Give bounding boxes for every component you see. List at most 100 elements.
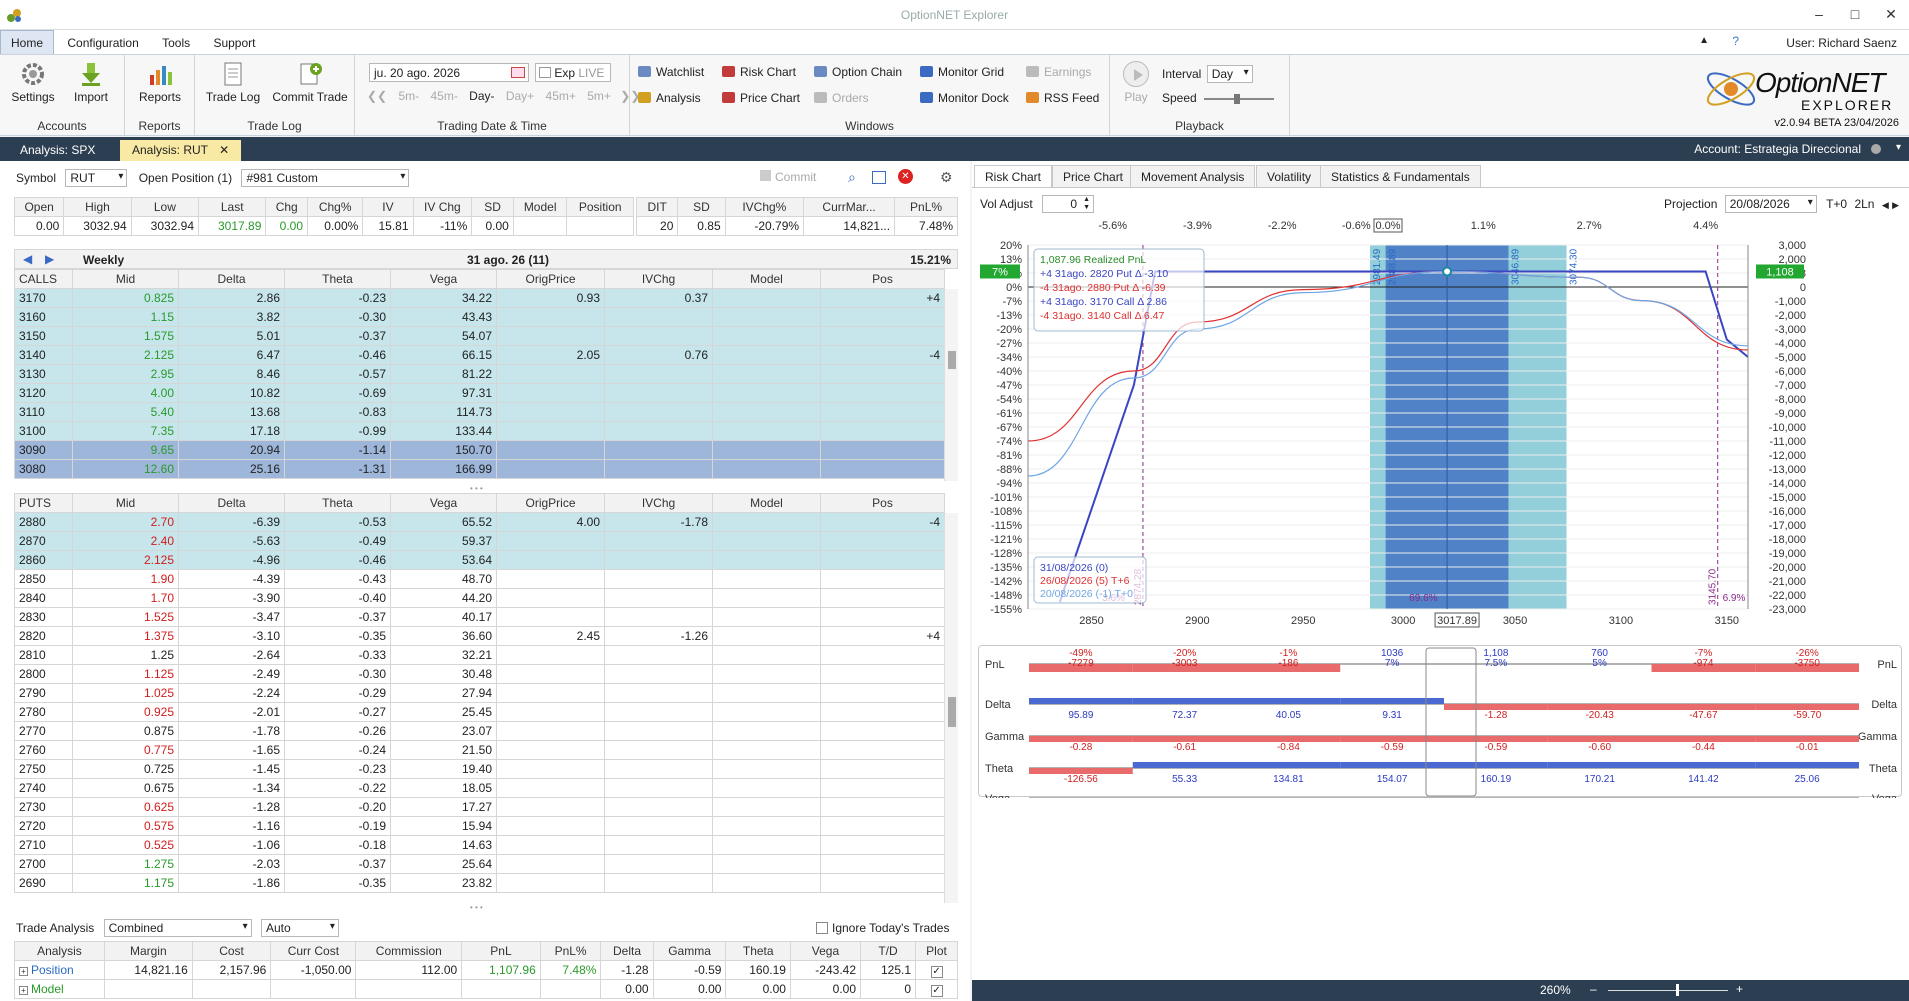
next-date-icon[interactable]: ▶ [1892,200,1899,210]
interval-select[interactable]: Day [1206,65,1253,83]
zoom-in-icon[interactable]: + [1736,982,1743,996]
chain-row[interactable]: 2810 1.25 -2.64 -0.33 32.21 [14,645,945,665]
tab-volatility[interactable]: Volatility [1256,165,1323,187]
chain-cell[interactable]: 2.70 [72,512,179,532]
position-select[interactable]: #981 Custom [241,169,410,187]
chain-cell[interactable] [712,383,821,403]
chain-cell[interactable]: -3.47 [178,607,285,627]
strike-cell[interactable]: 2810 [14,645,73,665]
puts-scrollbar[interactable] [944,513,958,903]
chain-cell[interactable] [496,797,605,817]
chain-cell[interactable]: -0.37 [284,854,391,874]
step-day-fwd[interactable]: Day+ [506,89,534,103]
strike-cell[interactable]: 2830 [14,607,73,627]
chain-cell[interactable]: 14.63 [390,835,497,855]
chain-cell[interactable]: -0.33 [284,645,391,665]
strike-cell[interactable]: 2850 [14,569,73,589]
chain-cell[interactable]: 36.60 [390,626,497,646]
chain-cell[interactable] [712,569,821,589]
chain-cell[interactable]: -1.06 [178,835,285,855]
chain-cell[interactable] [712,778,821,798]
next-expiry-icon[interactable]: ▶ [45,252,54,266]
analysis-mode-select[interactable]: Combined [103,919,252,937]
tab-movement-analysis[interactable]: Movement Analysis [1130,165,1256,187]
strike-cell[interactable]: 2880 [14,512,73,532]
chain-cell[interactable]: -0.23 [284,759,391,779]
chain-cell[interactable] [820,364,945,384]
chain-cell[interactable]: -0.37 [284,326,391,346]
chain-row[interactable]: 2690 1.175 -1.86 -0.35 23.82 [14,873,945,893]
chain-cell[interactable] [496,607,605,627]
commit-trade-button[interactable]: Commit Trade [269,61,351,104]
chain-cell[interactable] [820,778,945,798]
plot-checkbox[interactable]: ✓ [930,984,943,997]
chain-cell[interactable] [496,402,605,422]
chain-cell[interactable]: 0.675 [72,778,179,798]
prev-expiry-icon[interactable]: ◀ [23,252,32,266]
chain-cell[interactable] [604,588,713,608]
chain-cell[interactable]: -0.49 [284,531,391,551]
chain-cell[interactable]: 27.94 [390,683,497,703]
chain-cell[interactable]: -4.96 [178,550,285,570]
chain-cell[interactable]: 18.05 [390,778,497,798]
chain-cell[interactable] [604,664,713,684]
chain-cell[interactable]: 66.15 [390,345,497,365]
chain-row[interactable]: 2780 0.925 -2.01 -0.27 25.45 [14,702,945,722]
chain-cell[interactable]: -1.26 [604,626,713,646]
chain-cell[interactable]: 20.94 [178,440,285,460]
chain-cell[interactable] [496,569,605,589]
spinner-icon[interactable]: ▲ ▼ [1083,196,1090,212]
chain-row[interactable]: 3090 9.65 20.94 -1.14 150.70 [14,440,945,460]
splitter-grip-2[interactable]: • • • [470,903,483,912]
strike-cell[interactable]: 3130 [14,364,73,384]
strike-cell[interactable]: 2730 [14,797,73,817]
speed-thumb[interactable] [1234,93,1241,104]
zoom-thumb[interactable] [1676,984,1679,996]
chain-cell[interactable]: -0.69 [284,383,391,403]
strike-cell[interactable]: 2750 [14,759,73,779]
chain-cell[interactable] [604,835,713,855]
expand-icon[interactable]: + [19,967,28,976]
exp-toggle[interactable]: Exp LIVE [535,63,611,82]
chain-cell[interactable] [604,607,713,627]
chain-cell[interactable] [712,702,821,722]
splitter-grip[interactable]: • • • [470,484,483,493]
tab-price-chart[interactable]: Price Chart [1052,165,1135,187]
chain-cell[interactable] [496,440,605,460]
chain-cell[interactable]: 0.76 [604,345,713,365]
chain-cell[interactable]: 4.00 [72,383,179,403]
prev-date-icon[interactable]: ◀ [1882,200,1889,210]
chain-row[interactable]: 2700 1.275 -2.03 -0.37 25.64 [14,854,945,874]
play-button[interactable]: Play [1116,61,1156,104]
chain-cell[interactable] [712,531,821,551]
chain-row[interactable]: 2830 1.525 -3.47 -0.37 40.17 [14,607,945,627]
chain-cell[interactable]: -0.43 [284,569,391,589]
chain-cell[interactable]: 13.68 [178,402,285,422]
close-tab-icon[interactable]: ✕ [219,143,229,157]
chain-row[interactable]: 2860 2.125 -4.96 -0.46 53.64 [14,550,945,570]
strike-cell[interactable]: 2710 [14,835,73,855]
chain-cell[interactable]: -0.46 [284,345,391,365]
zoom-slider[interactable] [1608,990,1728,991]
chain-cell[interactable] [496,778,605,798]
chain-row[interactable]: 2820 1.375 -3.10 -0.35 36.60 2.45 -1.26 +4 [14,626,945,646]
chain-cell[interactable]: 40.17 [390,607,497,627]
chain-cell[interactable] [820,740,945,760]
chain-cell[interactable] [712,326,821,346]
analysis-button[interactable]: Analysis [638,91,701,105]
strike-cell[interactable]: 2770 [14,721,73,741]
chain-cell[interactable] [820,307,945,327]
chain-cell[interactable] [820,531,945,551]
chain-cell[interactable] [604,569,713,589]
strike-cell[interactable]: 3080 [14,459,73,479]
watchlist-button[interactable]: Watchlist [638,65,704,79]
chain-cell[interactable] [604,440,713,460]
chain-cell[interactable]: 81.22 [390,364,497,384]
tab-risk-chart[interactable]: Risk Chart [974,165,1053,187]
chain-cell[interactable]: -4 [820,345,945,365]
chain-cell[interactable]: -4 [820,512,945,532]
chain-cell[interactable]: 114.73 [390,402,497,422]
chain-cell[interactable] [712,550,821,570]
chain-cell[interactable]: 0.725 [72,759,179,779]
chain-cell[interactable] [712,683,821,703]
